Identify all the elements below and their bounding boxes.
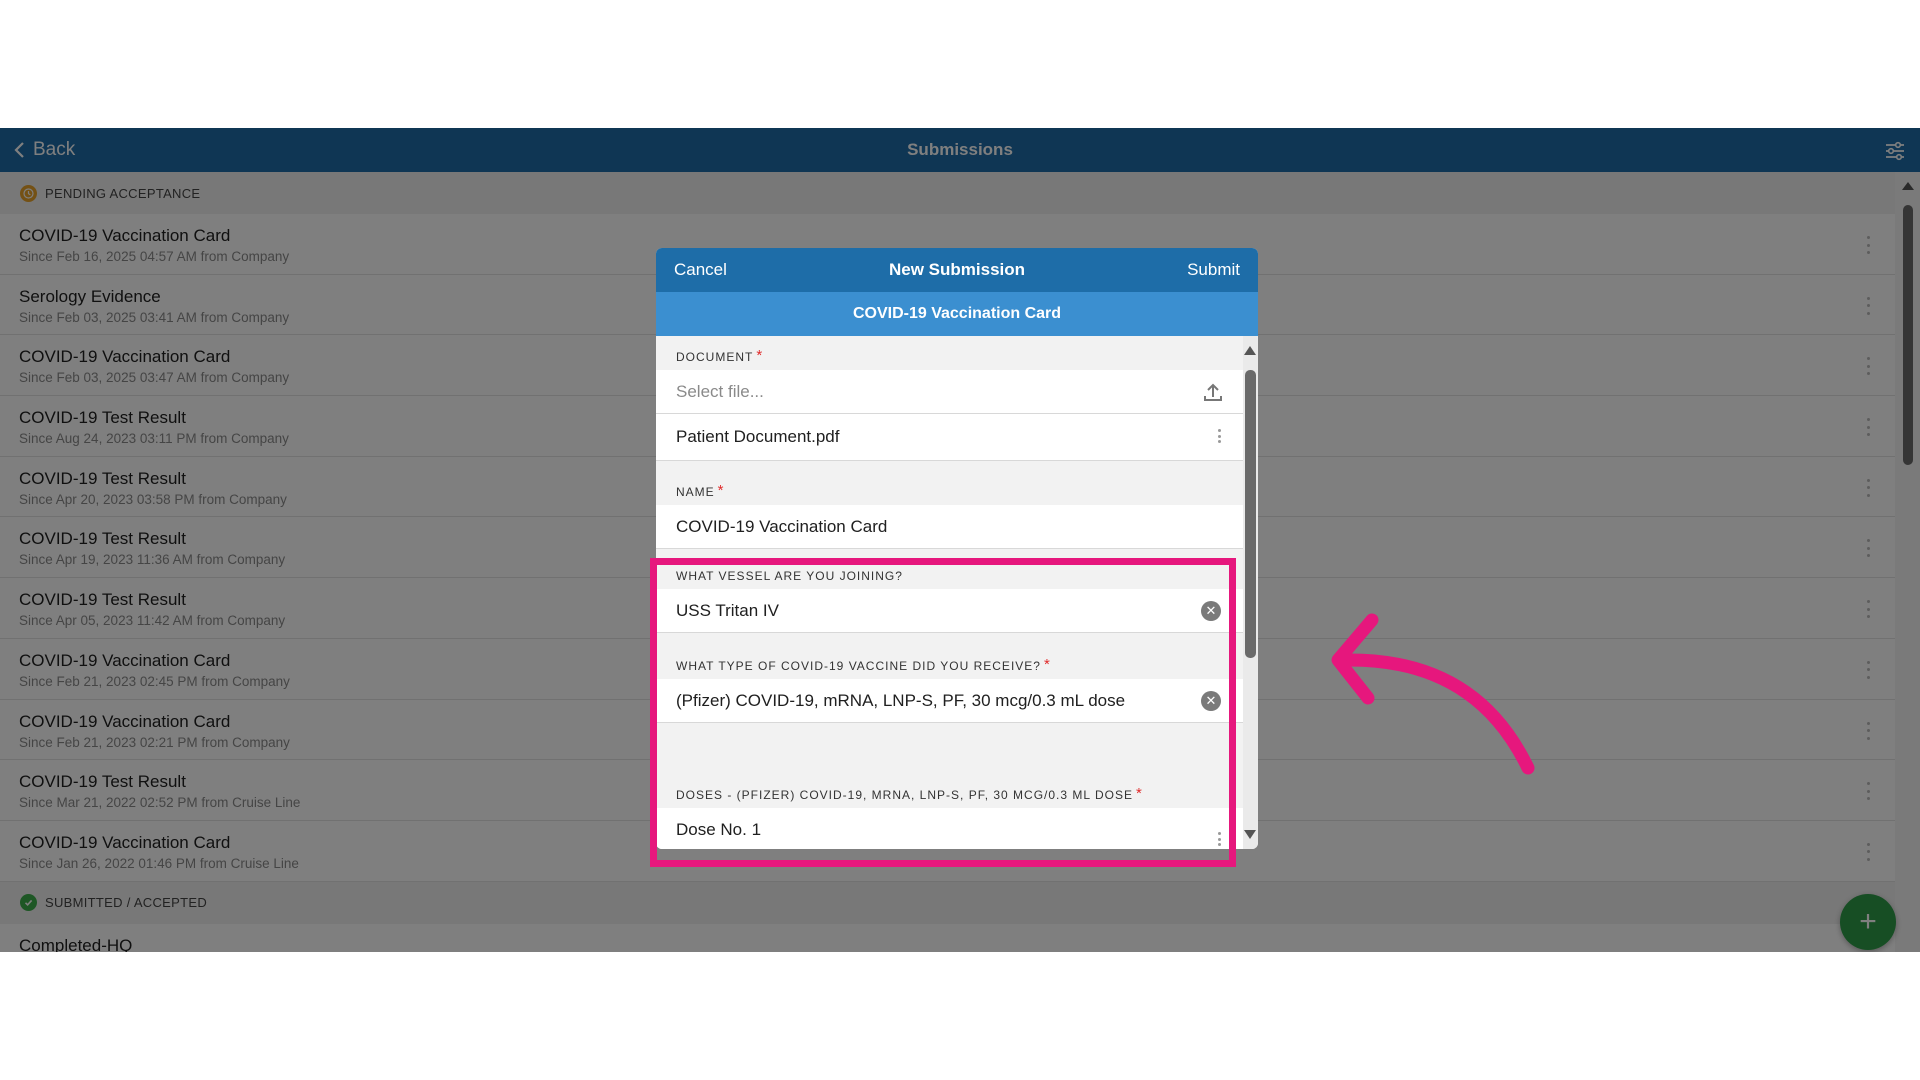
upload-icon[interactable] <box>1203 381 1223 403</box>
document-placeholder: Select file... <box>676 381 764 401</box>
vaccine-type-value: (Pfizer) COVID-19, mRNA, LNP-S, PF, 30 m… <box>676 690 1126 710</box>
required-mark: * <box>1135 785 1143 802</box>
vessel-label: WHAT VESSEL ARE YOU JOINING? <box>676 569 903 583</box>
cancel-button[interactable]: Cancel <box>674 248 727 292</box>
required-mark: * <box>717 482 725 499</box>
attached-file-row[interactable]: Patient Document.pdf <box>656 414 1243 461</box>
name-field[interactable]: COVID-19 Vaccination Card <box>656 505 1243 549</box>
app-window: Back Submissions PENDING ACCEPTANCE COVI… <box>0 128 1920 952</box>
scroll-thumb[interactable] <box>1245 370 1256 658</box>
vaccine-type-field[interactable]: (Pfizer) COVID-19, mRNA, LNP-S, PF, 30 m… <box>656 679 1243 723</box>
dose-value: Dose No. 1 <box>676 819 762 839</box>
document-file-picker[interactable]: Select file... <box>656 370 1243 414</box>
name-value: COVID-19 Vaccination Card <box>676 516 888 536</box>
vessel-value: USS Tritan IV <box>676 600 779 620</box>
clear-icon[interactable]: ✕ <box>1201 601 1221 621</box>
document-label: DOCUMENT * <box>676 347 764 364</box>
scroll-up-arrow-icon[interactable] <box>1244 346 1256 355</box>
scroll-down-arrow-icon[interactable] <box>1244 830 1256 839</box>
new-submission-modal: Cancel New Submission Submit COVID-19 Va… <box>656 248 1258 849</box>
vessel-field[interactable]: USS Tritan IV ✕ <box>656 589 1243 633</box>
dose-row[interactable]: Dose No. 1 <box>656 808 1243 849</box>
required-mark: * <box>756 347 764 364</box>
modal-header: Cancel New Submission Submit <box>656 248 1258 292</box>
required-mark: * <box>1043 656 1051 673</box>
vaccine-type-label: WHAT TYPE OF COVID-19 VACCINE DID YOU RE… <box>676 656 1051 673</box>
more-vertical-icon[interactable] <box>1218 832 1222 846</box>
doses-label: DOSES - (PFIZER) COVID-19, MRNA, LNP-S, … <box>676 785 1143 802</box>
submission-form: DOCUMENT * Select file... Patient Documen… <box>656 336 1243 849</box>
form-scrollbar[interactable] <box>1243 336 1258 849</box>
modal-title: New Submission <box>888 260 1026 279</box>
more-vertical-icon[interactable] <box>1218 429 1222 443</box>
name-label: NAME * <box>676 482 725 499</box>
attached-file-name: Patient Document.pdf <box>676 427 840 446</box>
modal-subtitle: COVID-19 Vaccination Card <box>656 292 1258 336</box>
clear-icon[interactable]: ✕ <box>1201 691 1221 711</box>
submit-button[interactable]: Submit <box>1187 248 1240 292</box>
form-spacer <box>656 723 1243 764</box>
